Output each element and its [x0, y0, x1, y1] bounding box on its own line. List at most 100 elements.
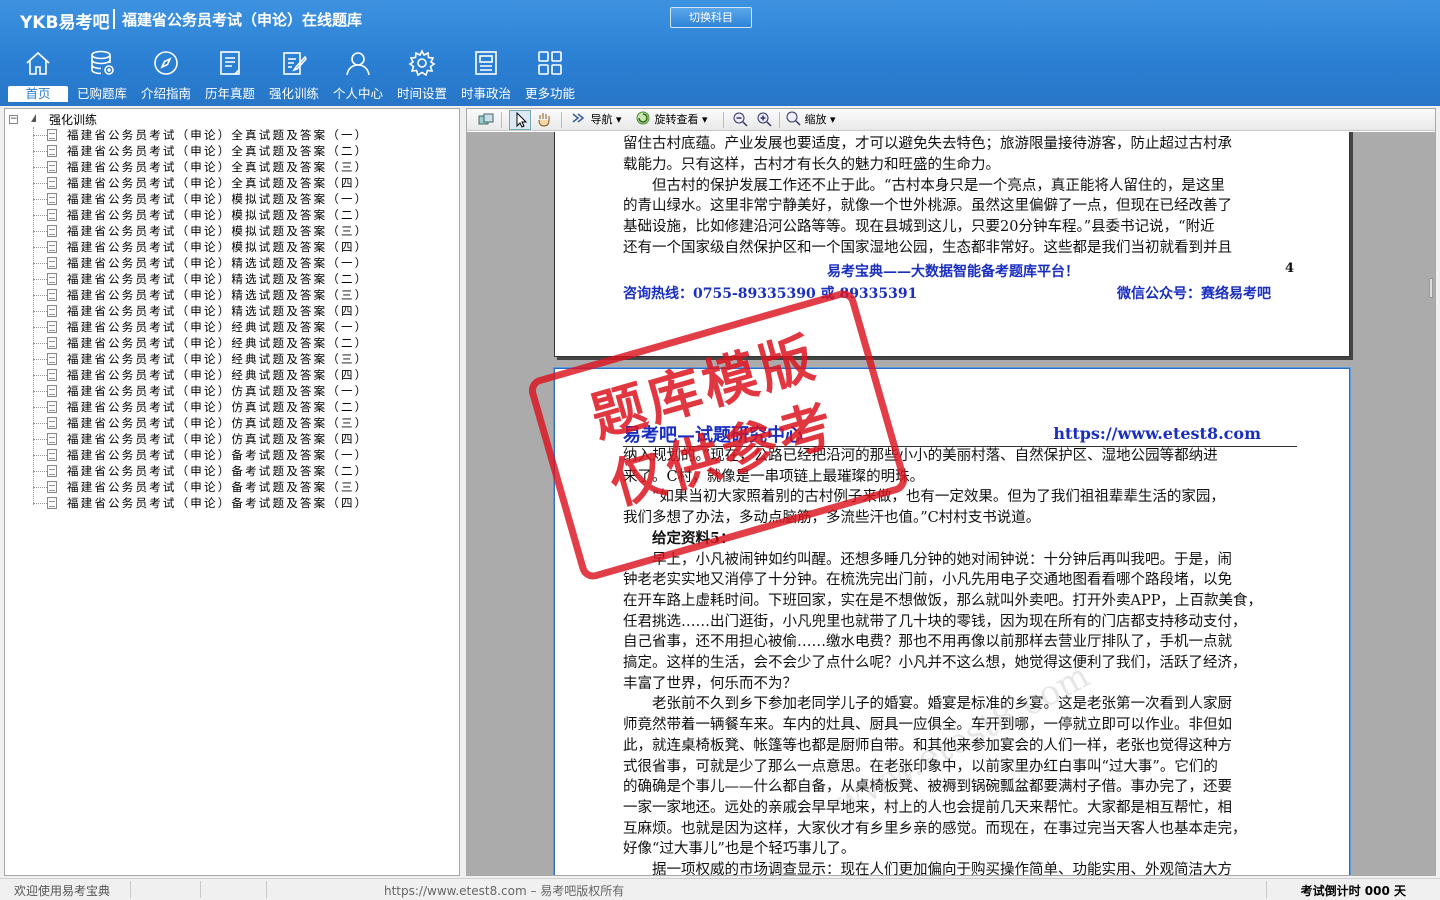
text-line: 还有一个国家级自然保护区和一个国家湿地公园，生态都非常好。这些都是我们当初就看到…	[623, 240, 1232, 256]
nav-profile[interactable]: 个人中心	[326, 44, 390, 104]
status-separator	[1266, 881, 1267, 898]
tree-item-label: 福建省公务员考试（申论）精选试题及答案（四）	[67, 304, 369, 318]
tree-connector	[33, 311, 47, 312]
cursor-icon	[516, 111, 528, 128]
text-line: 留住古村底蕴。产业发展也要适度，才可以避免失去特色；旅游限量接待游客，防止超过古…	[623, 136, 1232, 152]
rotate-label: 旋转查看	[654, 113, 699, 126]
switch-subject-button[interactable]: 切换科目	[670, 7, 752, 28]
nav-guide-label: 介绍指南	[140, 86, 191, 101]
tree-connector	[33, 151, 47, 152]
document-icon	[47, 241, 57, 253]
tree-item-label: 福建省公务员考试（申论）模拟试题及答案（二）	[67, 208, 369, 222]
collapse-icon[interactable]: −	[9, 115, 18, 124]
status-bar: 欢迎使用易考宝典 https://www.etest8.com – 易考吧版权所…	[0, 878, 1440, 900]
document-icon	[47, 289, 57, 301]
nav-guide[interactable]: 介绍指南	[134, 44, 198, 104]
toolbar-separator	[723, 112, 724, 128]
viewer-toolbar: 导航 ▾ 旋转查看 ▾ 缩放 ▾	[467, 109, 1435, 131]
nav-more[interactable]: 更多功能	[518, 44, 582, 104]
hand-tool-button[interactable]	[535, 110, 553, 130]
title-bar: YKB易考吧 福建省公务员考试（申论）在线题库 切换科目	[0, 0, 1440, 38]
document-icon	[47, 321, 57, 333]
edit-icon	[283, 52, 307, 75]
toolbar-separator	[779, 112, 780, 128]
zoom-in-button[interactable]	[755, 110, 773, 130]
document-icon	[47, 481, 57, 493]
text-line: 自己省事，还不用担心被偷……缴水电费？那也不用再像以前那样去营业厅排队了，手机一…	[623, 634, 1232, 651]
thumbnail-button[interactable]	[477, 110, 495, 130]
tree-connector	[33, 183, 47, 184]
tree-connector	[33, 263, 47, 264]
tree-connector	[33, 407, 47, 408]
tree-connector	[33, 215, 47, 216]
nav-current-affairs[interactable]: 时事政治	[454, 44, 518, 104]
document-icon	[47, 193, 57, 205]
grid-icon	[538, 51, 562, 75]
footer-slogan: 易考宝典——大数据智能备考题库平台！	[827, 264, 1079, 280]
nav-past-exams[interactable]: 历年真题	[198, 44, 262, 104]
zoom-out-button[interactable]	[731, 110, 749, 130]
page-header-url: https://www.etest8.com	[1053, 424, 1261, 443]
tree-connector	[33, 343, 47, 344]
zoom-dropdown[interactable]: 缩放 ▾	[785, 110, 836, 130]
document-icon	[47, 257, 57, 269]
document-icon	[47, 353, 57, 365]
tree-item-label: 福建省公务员考试（申论）备考试题及答案（一）	[67, 448, 369, 462]
tree-item-label: 福建省公务员考试（申论）全真试题及答案（三）	[67, 160, 369, 174]
tree-root-label: 强化训练	[49, 113, 98, 127]
tree-connector	[33, 439, 47, 440]
text-line: 任君挑选……出门逛街，小凡兜里也就带了几十块的零钱，因为现在所有的门店都支持移动…	[623, 613, 1247, 630]
nav-purchased[interactable]: 已购题库	[70, 44, 134, 104]
text-line: 的确确是个事儿——什么都自备，从桌椅板凳、被褥到锅碗瓢盆都要满村子借。事办完了，…	[623, 779, 1232, 796]
tree-connector	[33, 487, 47, 488]
tree-connector	[33, 471, 47, 472]
tree-item-label: 福建省公务员考试（申论）模拟试题及答案（一）	[67, 192, 369, 206]
folder-triangle-icon	[31, 114, 36, 122]
document-icon	[47, 401, 57, 413]
navigation-dropdown[interactable]: 导航 ▾	[571, 110, 622, 130]
select-tool-button[interactable]	[509, 110, 531, 130]
app-header: YKB易考吧 福建省公务员考试（申论）在线题库 切换科目 首页 已购题库 介绍指…	[0, 0, 1440, 106]
text-line: 丰富了世界，何乐而不为？	[623, 675, 797, 692]
status-separator	[130, 881, 131, 898]
compass-icon	[154, 51, 178, 75]
nav-training[interactable]: 强化训练	[262, 44, 326, 104]
nav-time-settings-label: 时间设置	[396, 86, 447, 101]
tree-connector	[33, 247, 47, 248]
footer-wechat: 微信公众号：赛络易考吧	[1117, 286, 1271, 302]
nav-past-exams-label: 历年真题	[204, 86, 255, 101]
tree-connector	[33, 391, 47, 392]
nav-training-label: 强化训练	[268, 86, 319, 101]
tree-item-label: 福建省公务员考试（申论）经典试题及答案（一）	[67, 320, 369, 334]
document-icon	[47, 417, 57, 429]
text-line: 在开车路上虚耗时间。下班回家，实在是不想做饭，那么就叫外卖吧。打开外卖APP，上…	[623, 592, 1262, 609]
title-separator	[113, 9, 115, 29]
text-line: 互麻烦。也就是因为这样，大家伙才有乡里乡亲的感觉。而现在，在事过完当天客人也基本…	[623, 820, 1247, 837]
document-icon	[47, 129, 57, 141]
document-icon	[47, 177, 57, 189]
nav-time-settings[interactable]: 时间设置	[390, 44, 454, 104]
tree-item-label: 福建省公务员考试（申论）全真试题及答案（二）	[67, 144, 369, 158]
tree-connector	[33, 327, 47, 328]
status-welcome: 欢迎使用易考宝典	[14, 884, 111, 898]
toolbar-separator	[561, 112, 562, 128]
text-line: 一家一家地还。远处的亲戚会早早地来，村上的人也会提前几天来帮忙。大家都是相互帮忙…	[623, 799, 1232, 816]
nav-profile-label: 个人中心	[332, 86, 383, 101]
document-icon	[47, 161, 57, 173]
app-title: 福建省公务员考试（申论）在线题库	[122, 11, 363, 29]
rotate-dropdown[interactable]: 旋转查看 ▾	[635, 110, 708, 130]
tree-item-label: 福建省公务员考试（申论）精选试题及答案（一）	[67, 256, 369, 270]
database-icon	[91, 50, 114, 75]
tree-item-label: 福建省公务员考试（申论）备考试题及答案（三）	[67, 480, 369, 494]
zoom-icon	[786, 111, 801, 126]
home-icon	[26, 51, 50, 75]
tree-connector	[33, 375, 47, 376]
scrollbar-handle[interactable]	[1429, 278, 1433, 298]
nav-home[interactable]: 首页	[6, 44, 70, 104]
tree-item-label: 福建省公务员考试（申论）备考试题及答案（二）	[67, 464, 369, 478]
nav-purchased-label: 已购题库	[76, 86, 127, 101]
document-icon	[47, 305, 57, 317]
document-icon	[47, 209, 57, 221]
text-line: 好像“过大事儿”也是个轻巧事儿了。	[623, 841, 856, 858]
thumbnail-icon	[478, 113, 494, 125]
